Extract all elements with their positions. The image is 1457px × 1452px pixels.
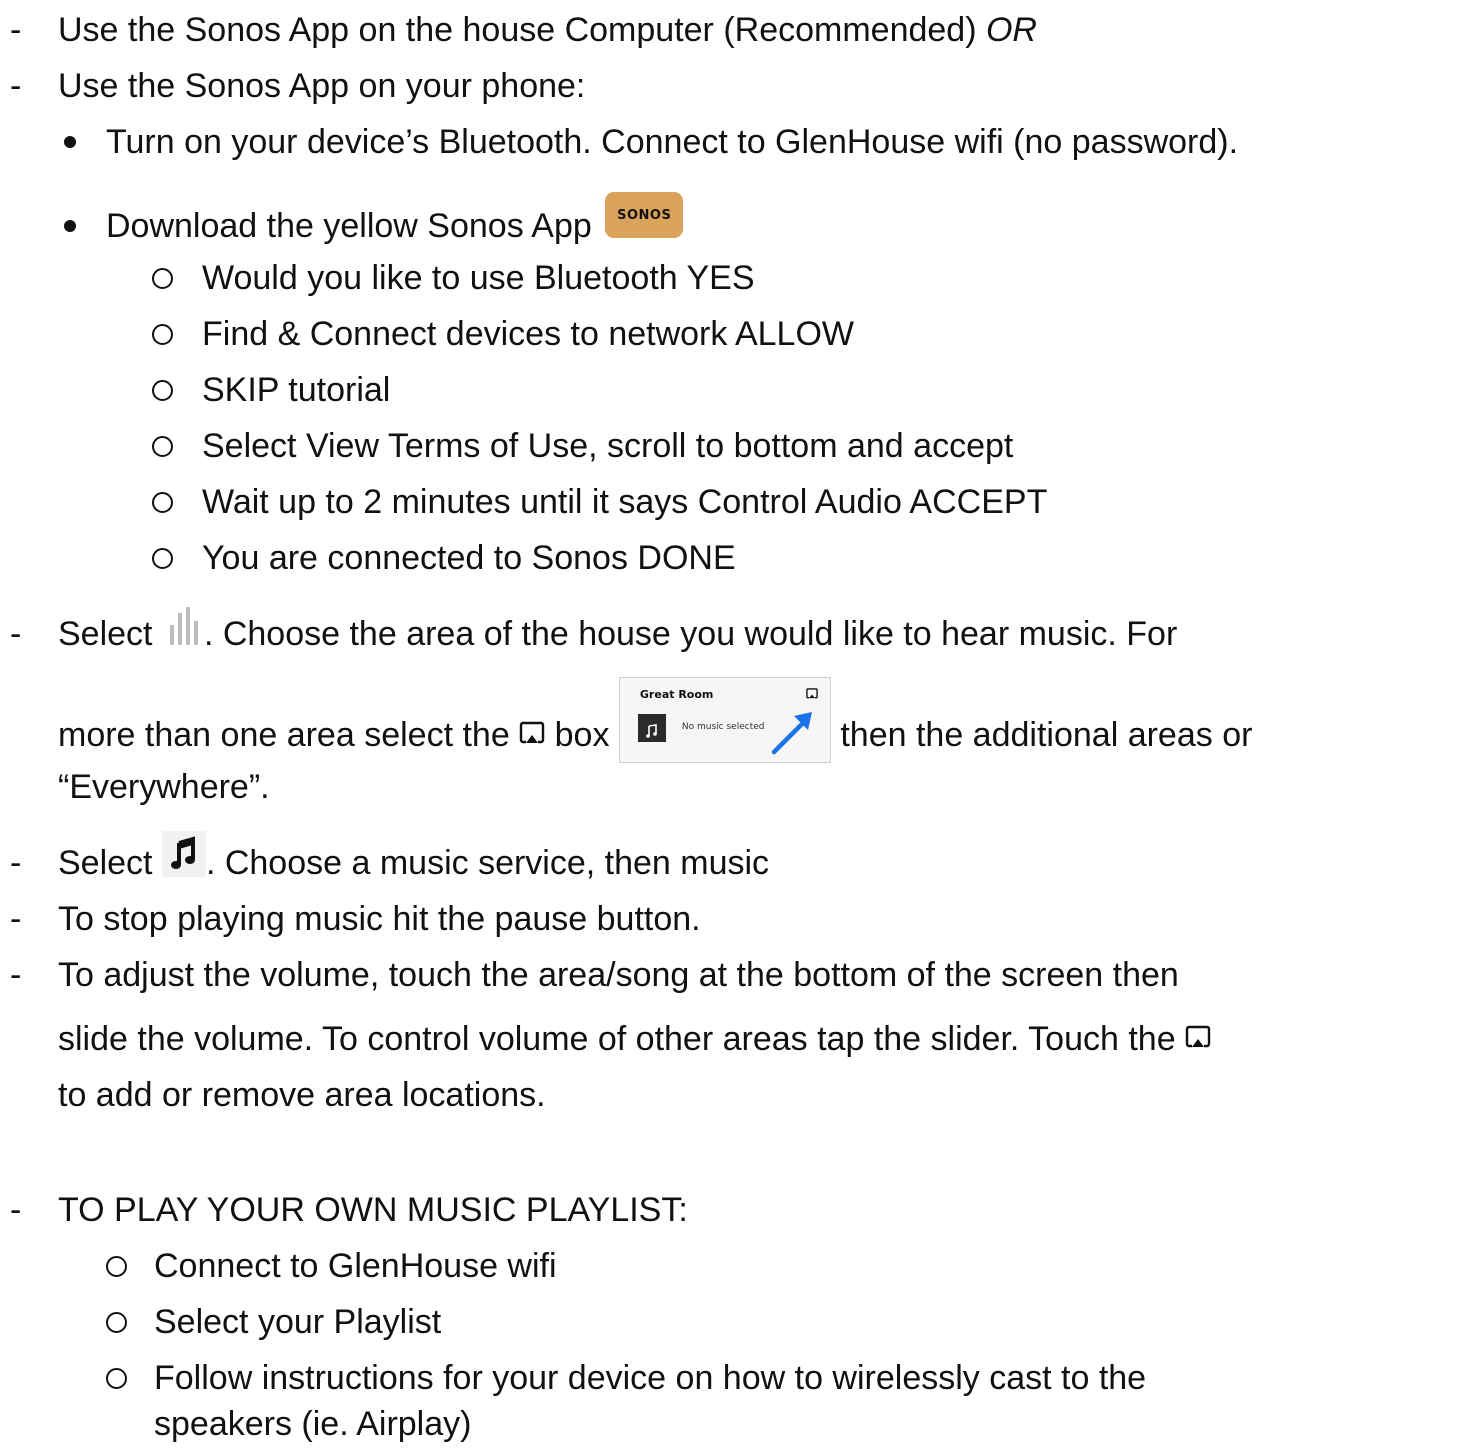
album-thumb [637,714,666,742]
text: Turn on your device’s Bluetooth. Connect… [106,123,1239,161]
sonos-app-icon: SONOS [605,192,684,238]
circle-bullet [152,435,173,457]
circle-bullet [152,379,173,401]
dash: - [10,844,22,882]
circle-bullet [152,491,173,513]
bullet-dot [64,220,76,232]
text: To stop playing music hit the pause butt… [58,900,701,938]
no-music-text: No music selected [681,722,765,732]
document: - Use the Sonos App on the house Compute… [0,0,1457,1452]
text: . Choose a music service, then music [205,844,770,882]
text: . Choose the area of the house you would… [203,615,1178,653]
sonos-label: SONOS [617,208,672,223]
circle-bullet [152,267,173,289]
dash: - [10,956,22,994]
text: then the additional areas or [830,715,1253,754]
arrow-icon [771,712,812,755]
dash: - [10,900,22,938]
group-airplay-icon [519,721,545,744]
or-text: OR [985,11,1037,49]
text: speakers (ie. Airplay) [154,1405,472,1443]
text: TO PLAY YOUR OWN MUSIC PLAYLIST: [58,1191,688,1229]
text: Wait up to 2 minutes until it says Contr… [202,483,1048,521]
text: Download the yellow Sonos App [106,207,592,245]
dash: - [10,1191,22,1229]
text: Follow instructions for your device on h… [154,1359,1147,1397]
text: Find & Connect devices to network ALLOW [202,315,854,353]
text: You are connected to Sonos DONE [202,539,736,577]
dash: - [10,11,22,49]
text: To adjust the volume, touch the area/son… [58,956,1179,994]
circle-bullet [152,547,173,569]
circle-bullet [106,1311,127,1333]
great-room-screenshot: Great Room No music selected [618,677,831,763]
text: box [545,715,619,754]
text: more than one area select the [58,715,520,754]
group-airplay-icon [1185,1025,1211,1048]
group-airplay-icon [806,688,818,699]
circle-bullet [152,323,173,345]
rooms-bars-icon [169,607,198,646]
text: Select View Terms of Use, scroll to bott… [202,427,1014,465]
text: Connect to GlenHouse wifi [154,1247,557,1285]
music-note-icon [161,831,206,878]
text: slide the volume. To control volume of o… [58,1020,1186,1058]
bullet-dot [64,136,76,148]
text: to add or remove area locations. [58,1076,546,1114]
text: Select your Playlist [154,1303,442,1341]
text: Select [58,615,162,653]
text: Use the Sonos App on your phone: [58,67,586,105]
text: Would you like to use Bluetooth YES [202,259,755,297]
music-note-icon [646,724,657,738]
circle-bullet [106,1255,127,1277]
dash: - [10,615,22,653]
text: “Everywhere”. [58,768,270,806]
text: Use the Sonos App on the house Computer … [58,11,986,49]
text: Select [58,844,162,882]
circle-bullet [106,1367,127,1389]
dash: - [10,67,22,105]
text: SKIP tutorial [202,371,391,409]
great-room-title: Great Room [639,688,714,701]
